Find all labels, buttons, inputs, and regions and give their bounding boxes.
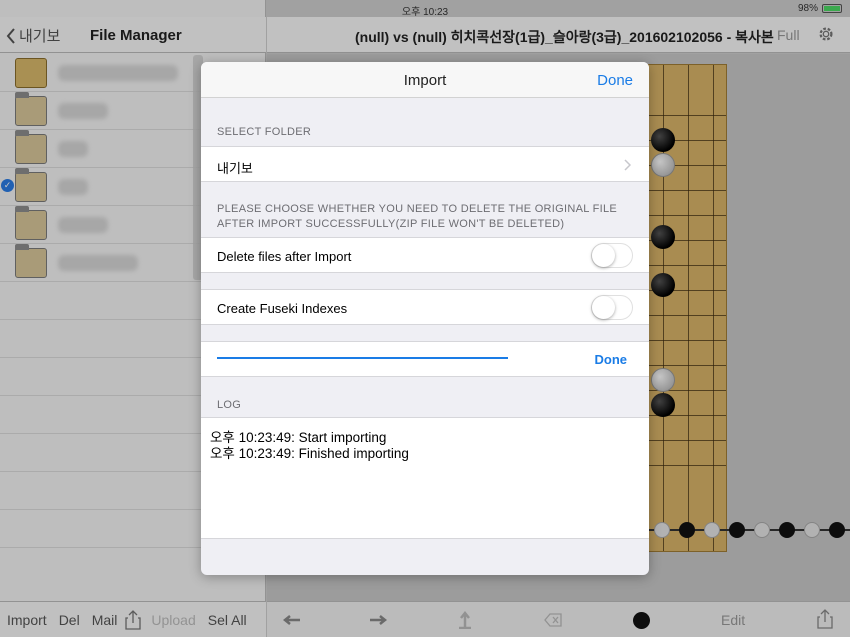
log-line: 오후 10:23:49: Finished importing [210,446,409,461]
chevron-right-icon [624,159,631,171]
import-modal-header: Import Done [201,62,649,98]
toggle-knob [592,244,615,267]
import-progress-bar [217,357,508,359]
delete-files-label: Delete files after Import [217,249,352,264]
log-line: 오후 10:23:49: Start importing [210,430,387,445]
import-modal: Import Done SELECT FOLDER 내기보 PLEASE CHO… [201,62,649,575]
fuseki-index-cell: Create Fuseki Indexes [201,289,649,325]
select-folder-header: SELECT FOLDER [217,126,312,138]
import-log: 오후 10:23:49: Start importing 오후 10:23:49… [201,417,649,539]
import-modal-title: Import [403,72,447,89]
delete-option-header: PLEASE CHOOSE WHETHER YOU NEED TO DELETE… [217,203,618,230]
progress-done-label: Done [594,352,628,367]
progress-cell: Done [201,341,649,377]
folder-select-value: 내기보 [217,161,253,176]
delete-files-toggle[interactable] [591,243,633,268]
fuseki-index-label: Create Fuseki Indexes [217,301,348,316]
import-done-button[interactable]: Done [597,72,633,89]
delete-files-cell: Delete files after Import [201,237,649,273]
log-header: LOG [217,399,242,411]
folder-select-cell[interactable]: 내기보 [201,146,649,182]
toggle-knob [592,296,615,319]
fuseki-index-toggle[interactable] [591,295,633,320]
